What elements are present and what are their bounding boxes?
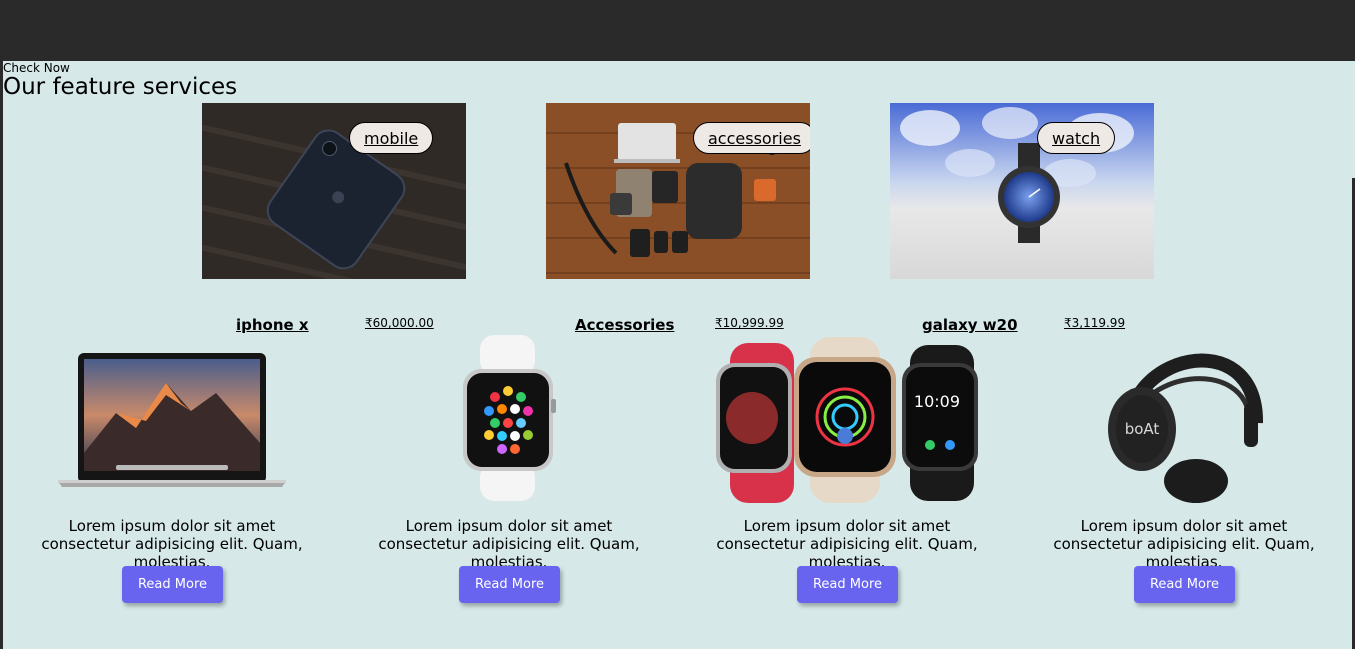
product-description: Lorem ipsum dolor sit amet consectetur a… bbox=[378, 517, 640, 571]
page-border-left bbox=[0, 61, 3, 649]
svg-text:boAt: boAt bbox=[1125, 420, 1160, 438]
product-price-accessories[interactable]: ₹10,999.99 bbox=[715, 316, 784, 330]
product-price-galaxy-w20[interactable]: ₹3,119.99 bbox=[1064, 316, 1125, 330]
section-title: Our feature services bbox=[3, 74, 238, 100]
feature-card-accessories[interactable]: accessories bbox=[546, 103, 810, 279]
product-description: Lorem ipsum dolor sit amet consectetur a… bbox=[41, 517, 303, 571]
read-more-button[interactable]: Read More bbox=[459, 566, 560, 603]
product-name-accessories[interactable]: Accessories bbox=[575, 316, 674, 334]
product-price-iphone-x[interactable]: ₹60,000.00 bbox=[365, 316, 434, 330]
product-description: Lorem ipsum dolor sit amet consectetur a… bbox=[716, 517, 978, 571]
feature-card-watch[interactable]: watch bbox=[890, 103, 1154, 279]
headphones-photo-icon: boAt bbox=[1108, 353, 1264, 503]
top-navbar bbox=[0, 0, 1355, 61]
svg-text:10:09: 10:09 bbox=[914, 392, 960, 411]
read-more-button[interactable]: Read More bbox=[797, 566, 898, 603]
watch-photo-icon bbox=[463, 335, 556, 501]
product-description: Lorem ipsum dolor sit amet consectetur a… bbox=[1053, 517, 1315, 571]
mobile-link[interactable]: mobile bbox=[349, 122, 434, 154]
check-now-text: Check Now bbox=[3, 61, 70, 75]
watch-link[interactable]: watch bbox=[1037, 122, 1116, 154]
smartwatch-photo-icon bbox=[890, 103, 1154, 279]
product-name-iphone-x[interactable]: iphone x bbox=[236, 316, 309, 334]
read-more-button[interactable]: Read More bbox=[122, 566, 223, 603]
watches-photo-icon: 10:09 bbox=[716, 337, 978, 503]
accessories-link[interactable]: accessories bbox=[693, 122, 810, 154]
product-name-galaxy-w20[interactable]: galaxy w20 bbox=[922, 316, 1018, 334]
laptop-photo-icon bbox=[58, 353, 286, 487]
feature-card-mobile[interactable]: mobile bbox=[202, 103, 466, 279]
read-more-button[interactable]: Read More bbox=[1134, 566, 1235, 603]
